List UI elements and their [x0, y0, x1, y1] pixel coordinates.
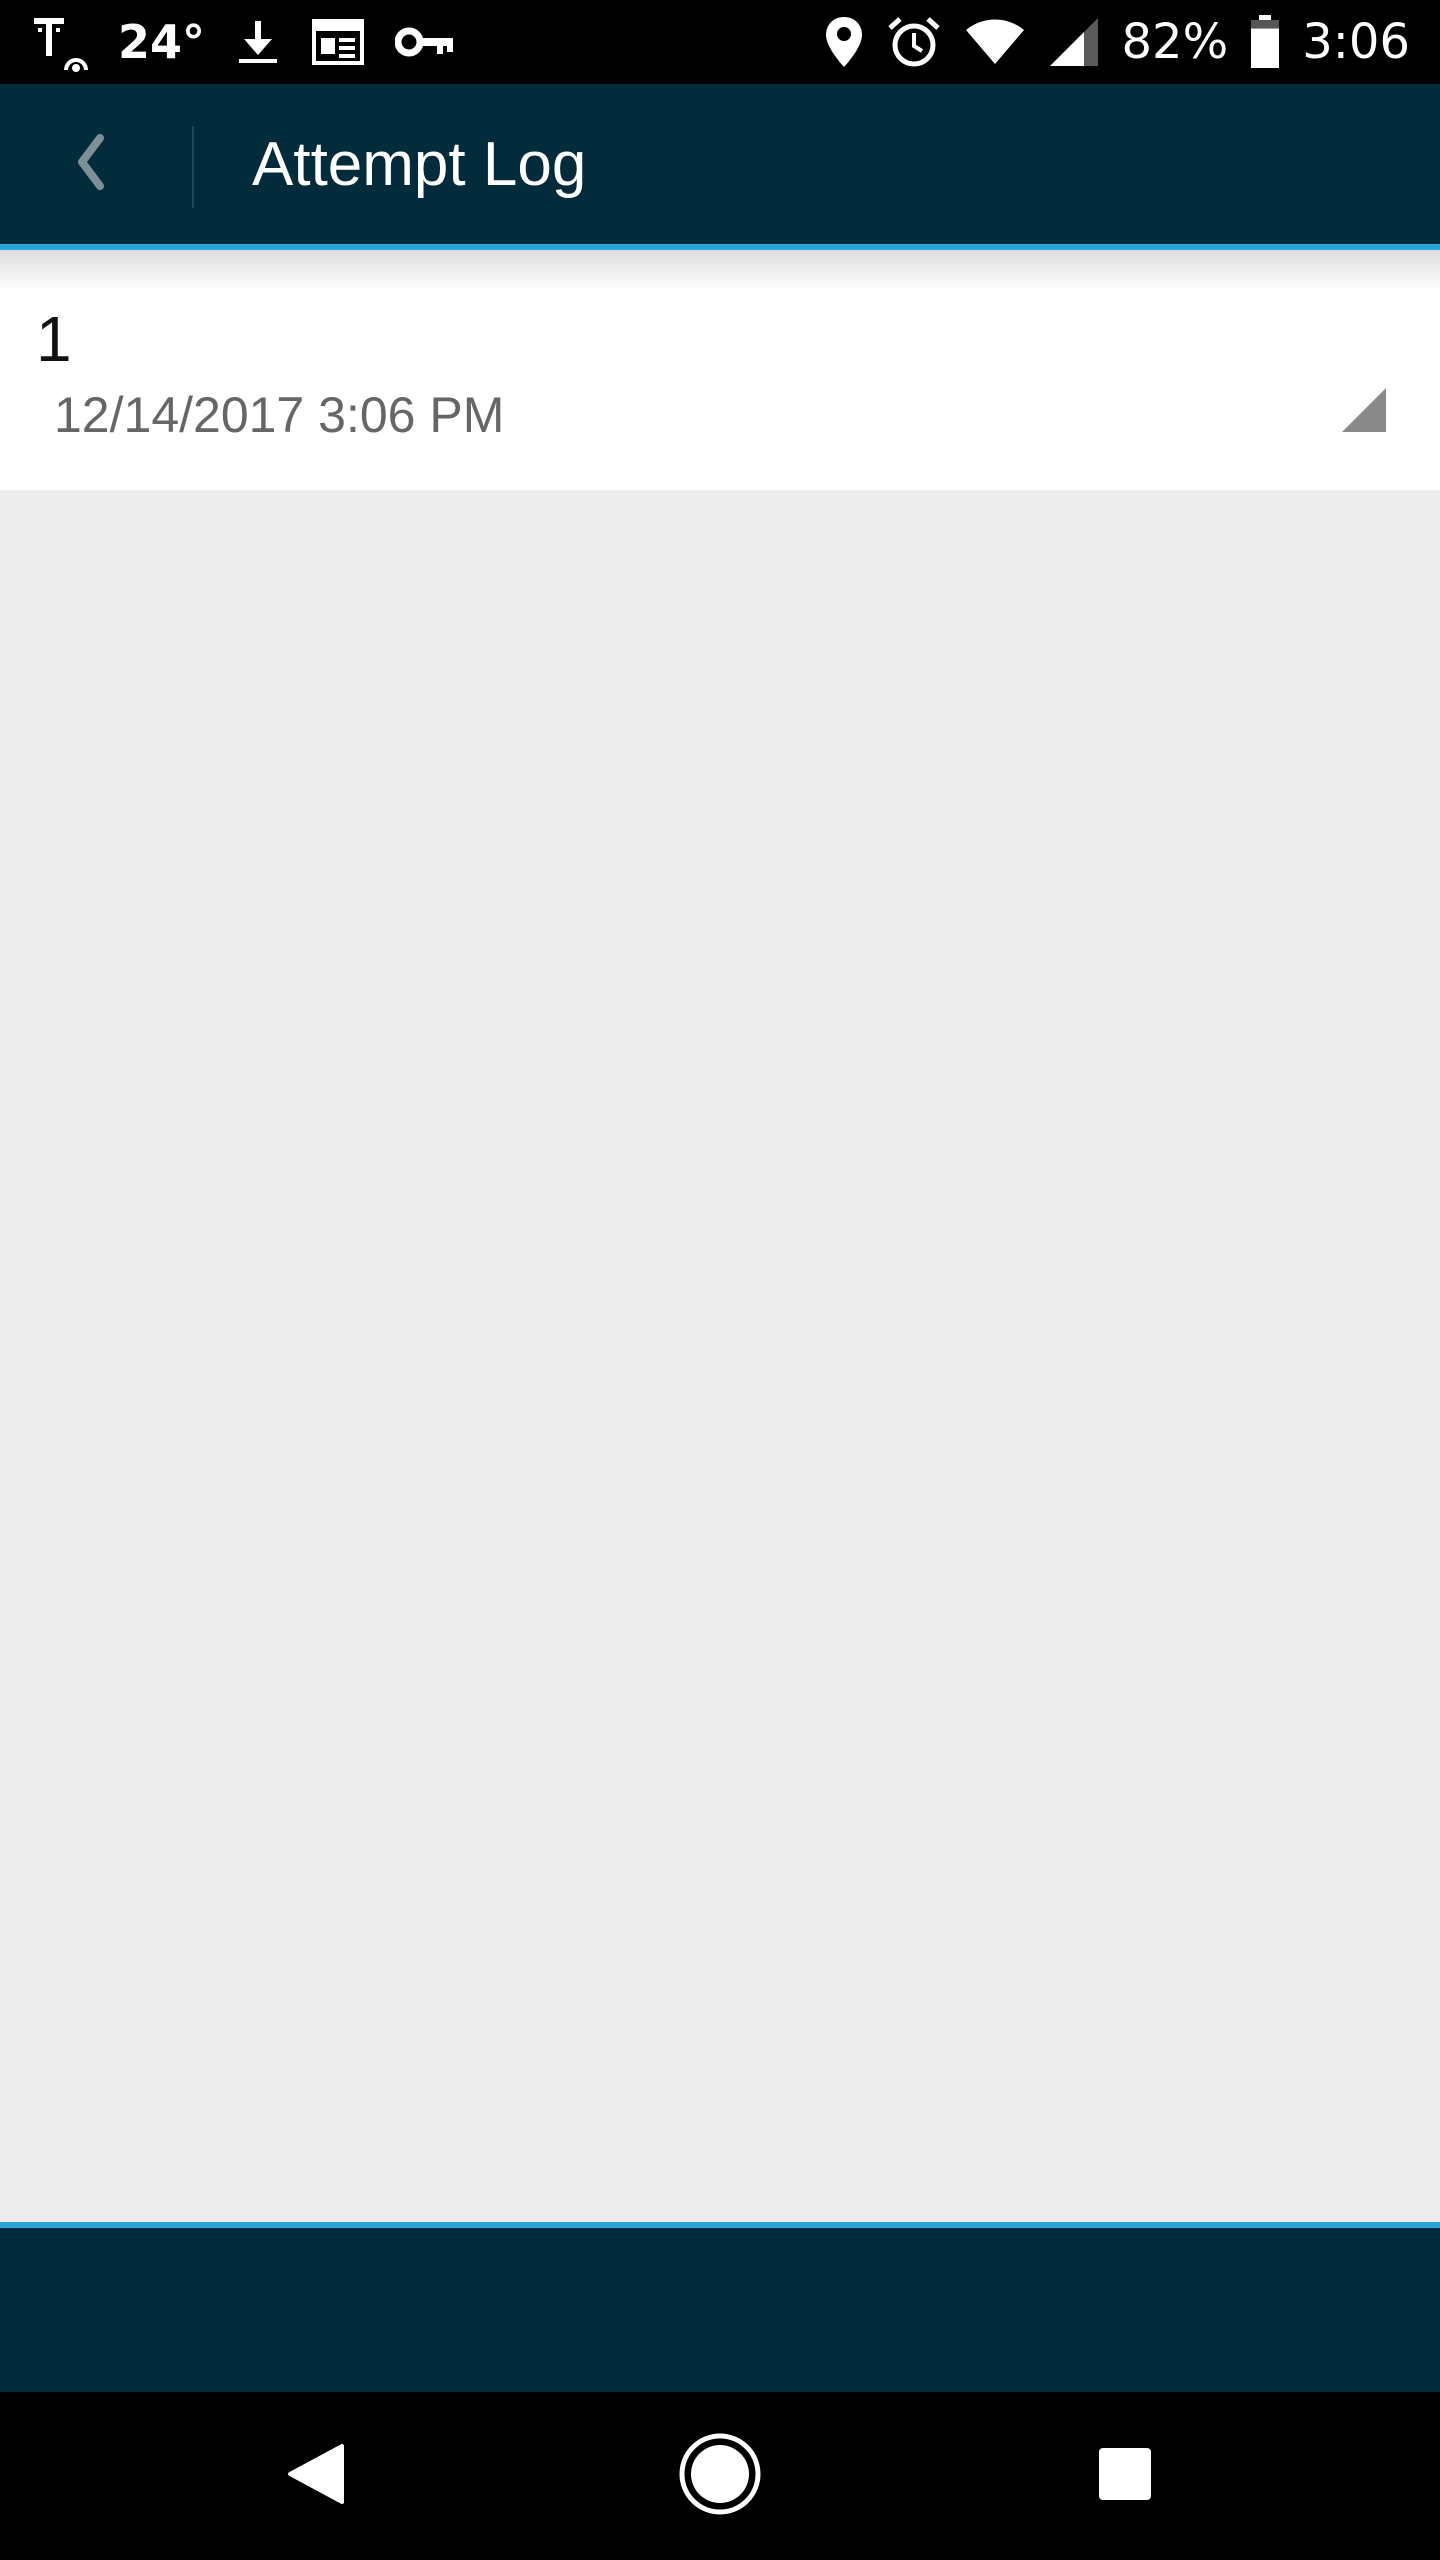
page-title: Attempt Log: [252, 129, 587, 199]
app-bar-divider: [192, 126, 194, 208]
download-icon: [235, 17, 281, 67]
attempt-list: 1 12/14/2017 3:06 PM: [0, 250, 1440, 490]
carrier-t-icon: [32, 12, 88, 72]
clock-text: 3:06: [1302, 14, 1410, 70]
alarm-icon: [886, 14, 942, 70]
temperature-text: 24°: [118, 15, 206, 69]
back-button[interactable]: [50, 124, 130, 204]
wifi-icon: [964, 18, 1026, 66]
back-triangle-icon: [286, 2442, 346, 2510]
calendar-news-icon: [311, 18, 365, 66]
navigation-bar: [0, 2392, 1440, 2560]
status-bar-left: 24°: [32, 0, 455, 84]
screen: 24° 82% 3:06 Attempt Log 1 12/14/2017 3:…: [0, 0, 1440, 2560]
attempt-number: 1: [36, 303, 72, 375]
expand-corner-icon[interactable]: [1342, 388, 1386, 432]
battery-percent-text: 82%: [1121, 14, 1229, 70]
key-icon: [395, 24, 455, 60]
bottom-bar: [0, 2222, 1440, 2398]
status-bar: 24° 82% 3:06: [0, 0, 1440, 84]
chevron-left-icon: [70, 132, 110, 196]
nav-home-button[interactable]: [670, 2426, 770, 2526]
attempt-date: 12/14/2017 3:06 PM: [54, 387, 505, 443]
app-bar: Attempt Log: [0, 84, 1440, 250]
battery-icon: [1250, 15, 1280, 69]
status-bar-right: 82% 3:06: [824, 0, 1410, 84]
list-item[interactable]: 1 12/14/2017 3:06 PM: [0, 250, 1440, 490]
recents-square-icon: [1097, 2446, 1153, 2506]
cell-signal-icon: [1048, 16, 1100, 68]
location-icon: [824, 15, 864, 69]
nav-recents-button[interactable]: [1075, 2426, 1175, 2526]
nav-back-button[interactable]: [266, 2426, 366, 2526]
home-circle-icon: [678, 2432, 762, 2520]
